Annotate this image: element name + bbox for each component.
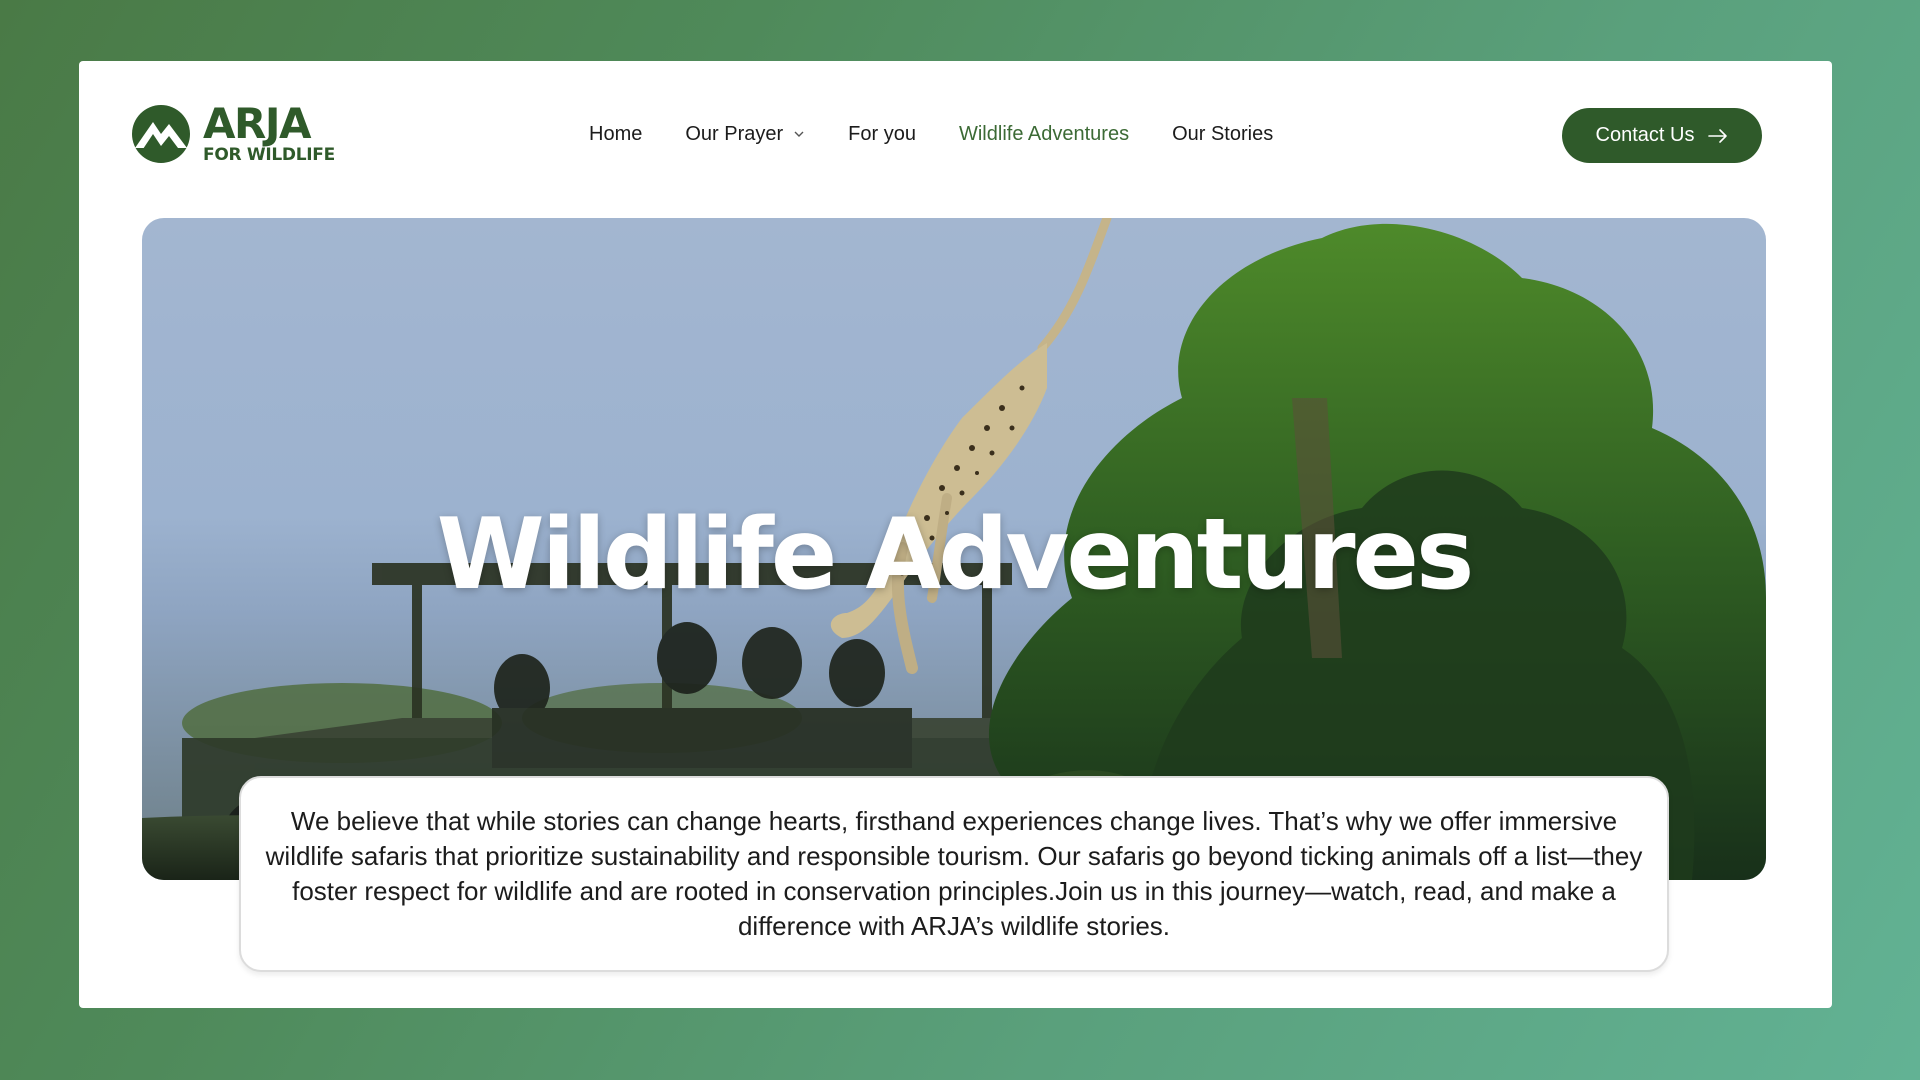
- contact-us-button[interactable]: Contact Us: [1562, 108, 1762, 163]
- nav-item-for-you[interactable]: For you: [848, 123, 916, 146]
- nav-item-label: Home: [589, 122, 643, 145]
- brand-logo[interactable]: ARJA FOR WILDLIFE: [131, 103, 335, 164]
- arrow-right-icon: [1708, 128, 1728, 143]
- nav-item-wildlife-adventures[interactable]: Wildlife Adventures: [959, 123, 1129, 146]
- brand-tagline: FOR WILDLIFE: [203, 145, 335, 165]
- description-card: We believe that while stories can change…: [239, 776, 1669, 972]
- description-text: We believe that while stories can change…: [265, 806, 1643, 941]
- brand-wordmark: ARJA FOR WILDLIFE: [203, 103, 335, 164]
- hero-title: Wildlife Adventures: [436, 498, 1475, 612]
- contact-us-label: Contact Us: [1595, 124, 1695, 146]
- nav-item-label: Wildlife Adventures: [958, 122, 1130, 145]
- page-card: ARJA FOR WILDLIFE Home Our Prayer For yo…: [79, 61, 1832, 1008]
- nav-item-our-stories[interactable]: Our Stories: [1172, 123, 1273, 146]
- brand-name: ARJA: [203, 99, 311, 148]
- chevron-down-icon: [794, 131, 804, 137]
- nav-item-label: For you: [848, 122, 916, 145]
- nav-item-label: Our Stories: [1172, 122, 1274, 145]
- main-nav: Home Our Prayer For you Wildlife Adventu…: [589, 119, 1273, 149]
- nav-item-label: Our Prayer: [685, 122, 784, 145]
- nav-item-home[interactable]: Home: [589, 123, 642, 146]
- nav-item-our-prayer[interactable]: Our Prayer: [685, 123, 805, 146]
- mountain-circle-icon: [132, 104, 190, 163]
